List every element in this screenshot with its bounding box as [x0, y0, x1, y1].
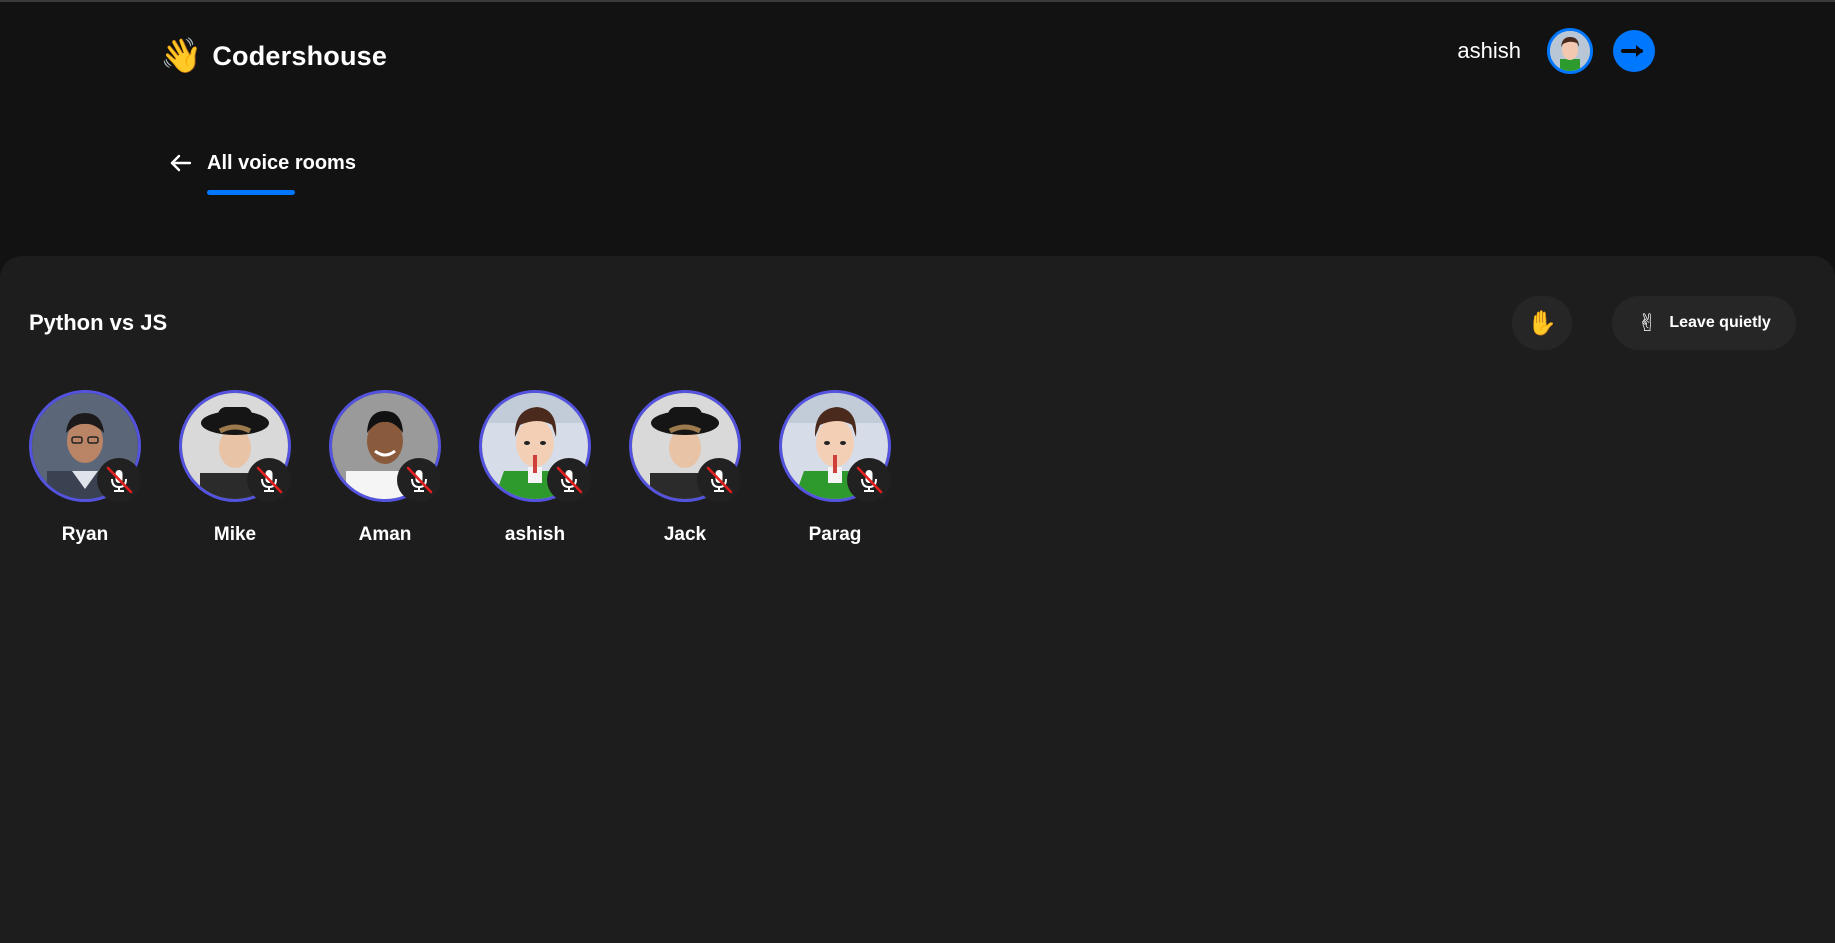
speakers-list: Ryan Mike Aman ashish Jack Parag — [29, 390, 929, 546]
brand-name: Codershouse — [212, 40, 388, 71]
logout-button[interactable] — [1613, 30, 1655, 72]
speaker-card[interactable]: Jack — [629, 390, 741, 546]
title-underline — [207, 189, 295, 195]
waving-hand-icon: 👋 — [160, 37, 203, 75]
room-nav: All voice rooms — [165, 148, 356, 195]
speaker-card[interactable]: Aman — [329, 390, 441, 546]
app-header: 👋 Codershouse ashish — [0, 0, 1835, 110]
muted-mic-icon[interactable] — [247, 458, 291, 502]
back-button[interactable] — [165, 148, 195, 178]
speaker-card[interactable]: Ryan — [29, 390, 141, 546]
username: ashish — [1457, 38, 1521, 63]
room-panel: Python vs JS ✋ ✌ Leave quietly Ryan Mike… — [0, 256, 1835, 943]
speaker-name: Ryan — [61, 524, 109, 545]
speaker-name: ashish — [504, 524, 566, 545]
speaker-name: Jack — [663, 524, 707, 545]
all-voice-rooms-link[interactable]: All voice rooms — [207, 151, 356, 195]
leave-quietly-button[interactable]: ✌ Leave quietly — [1612, 296, 1796, 350]
muted-mic-icon[interactable] — [697, 458, 741, 502]
muted-mic-icon[interactable] — [847, 458, 891, 502]
muted-mic-icon[interactable] — [97, 458, 141, 502]
arrow-right-icon — [1621, 45, 1643, 57]
page-title: All voice rooms — [207, 151, 356, 174]
speaker-card[interactable]: Mike — [179, 390, 291, 546]
arrow-left-icon — [170, 154, 191, 172]
user-area: ashish — [1457, 28, 1655, 74]
speaker-card[interactable]: Parag — [779, 390, 891, 546]
speaker-name: Aman — [358, 524, 412, 545]
raise-hand-button[interactable]: ✋ — [1512, 296, 1572, 350]
brand-logo[interactable]: 👋 Codershouse — [160, 36, 387, 76]
speaker-card[interactable]: ashish — [479, 390, 591, 546]
leave-quietly-label: Leave quietly — [1669, 314, 1771, 331]
raised-hand-icon: ✋ — [1527, 309, 1557, 337]
user-avatar[interactable] — [1547, 28, 1593, 74]
muted-mic-icon[interactable] — [547, 458, 591, 502]
victory-hand-icon: ✌ — [1637, 309, 1658, 337]
speaker-name: Mike — [213, 524, 257, 545]
speaker-name: Parag — [808, 524, 862, 545]
room-title: Python vs JS — [29, 310, 168, 335]
muted-mic-icon[interactable] — [397, 458, 441, 502]
